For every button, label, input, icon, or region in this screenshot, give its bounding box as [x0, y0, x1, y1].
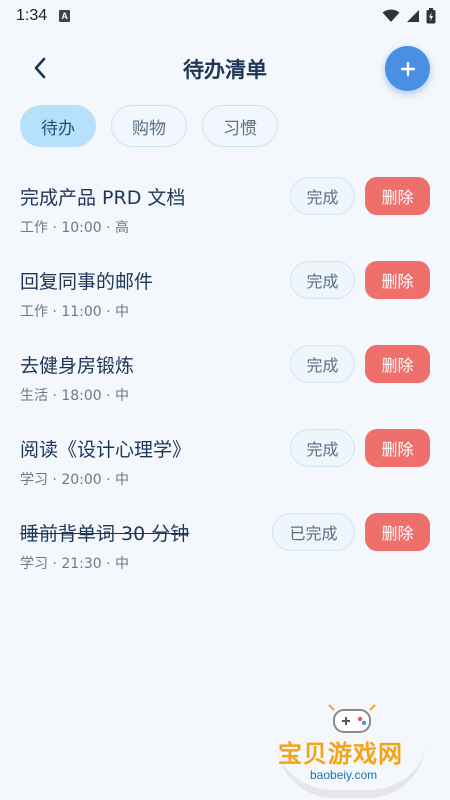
- delete-button[interactable]: 删除: [365, 513, 430, 551]
- category-tabs: 待办 购物 习惯: [20, 105, 278, 147]
- todo-item: 去健身房锻炼 生活 · 18:00 · 中 完成 删除: [20, 345, 430, 413]
- todo-title: 完成产品 PRD 文档: [20, 187, 186, 209]
- todo-item: 完成产品 PRD 文档 工作 · 10:00 · 高 完成 删除: [20, 177, 430, 245]
- complete-button[interactable]: 完成: [290, 177, 355, 215]
- todo-meta: 工作 · 10:00 · 高: [20, 220, 130, 236]
- todo-meta: 学习 · 21:30 · 中: [20, 556, 130, 572]
- tab-shopping[interactable]: 购物: [111, 105, 187, 147]
- complete-button[interactable]: 完成: [290, 345, 355, 383]
- delete-button[interactable]: 删除: [365, 345, 430, 383]
- delete-button[interactable]: 删除: [365, 429, 430, 467]
- todo-title: 阅读《设计心理学》: [20, 439, 192, 461]
- todo-item: 回复同事的邮件 工作 · 11:00 · 中 完成 删除: [20, 261, 430, 329]
- page-title: 待办清单: [183, 58, 267, 82]
- watermark-logo: 宝贝游戏网 baobeiy.com: [270, 700, 440, 798]
- top-app-bar: 待办清单: [0, 44, 450, 92]
- gamepad-icon: [328, 704, 376, 733]
- todo-title: 睡前背单词 30 分钟: [20, 523, 190, 545]
- todo-title: 回复同事的邮件: [20, 271, 154, 293]
- todo-item: 阅读《设计心理学》 学习 · 20:00 · 中 完成 删除: [20, 429, 430, 497]
- delete-button[interactable]: 删除: [365, 261, 430, 299]
- signal-icon: [407, 10, 419, 22]
- delete-button[interactable]: 删除: [365, 177, 430, 215]
- status-bar: 1:34 A: [0, 0, 450, 32]
- battery-icon: [426, 8, 436, 24]
- todo-meta: 学习 · 20:00 · 中: [20, 472, 130, 488]
- wifi-icon: [382, 9, 400, 22]
- todo-meta: 工作 · 11:00 · 中: [20, 304, 130, 320]
- tab-habits[interactable]: 习惯: [202, 105, 278, 147]
- todo-item: 睡前背单词 30 分钟 学习 · 21:30 · 中 已完成 删除: [20, 513, 430, 581]
- complete-button[interactable]: 完成: [290, 429, 355, 467]
- watermark-url: baobeiy.com: [310, 768, 378, 782]
- sim-icon: A: [59, 10, 71, 22]
- plus-icon: [400, 61, 415, 76]
- tab-todo[interactable]: 待办: [20, 105, 96, 147]
- todo-meta: 生活 · 18:00 · 中: [20, 388, 130, 404]
- watermark-name: 宝贝游戏网: [278, 740, 403, 768]
- complete-button[interactable]: 完成: [290, 261, 355, 299]
- status-time: 1:34: [16, 7, 48, 24]
- completed-button[interactable]: 已完成: [272, 513, 355, 551]
- todo-title: 去健身房锻炼: [20, 355, 135, 377]
- add-todo-button[interactable]: [385, 46, 430, 91]
